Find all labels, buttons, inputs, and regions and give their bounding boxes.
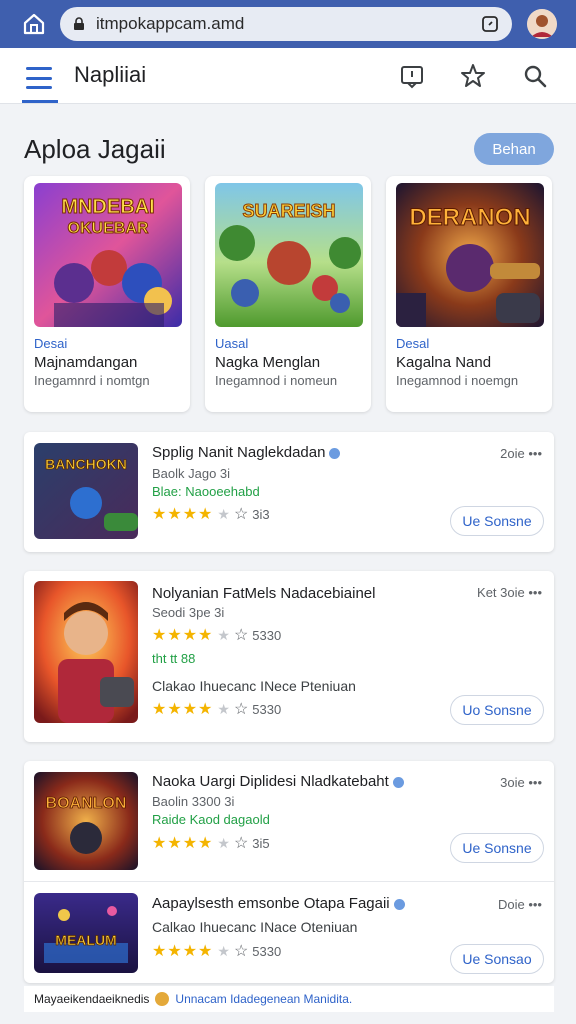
card-category: Uasal [215,336,249,351]
game-thumbnail: BOANLON [34,772,138,870]
rating-stars-icon: ★★★★ [152,506,214,523]
feedback-icon[interactable] [398,62,426,90]
half-star-icon: ★ [217,701,230,717]
half-star-icon: ★ [217,506,230,522]
install-button[interactable]: Ue Sonsao [450,944,544,974]
star-outline-icon: ☆ [233,627,249,644]
card-name: Kagalna Nand [396,354,492,371]
card-subtitle: Inegamnrd i nomtgn [34,373,150,388]
star-outline-icon: ☆ [233,506,249,523]
card-name: Nagka Menglan [215,354,321,371]
list-item[interactable]: Nolyanian FatMels Nadacebiainel Ket 3oie… [24,571,554,742]
coin-icon [155,992,170,1006]
item-title: Nolyanian FatMels Nadacebiainel [152,585,376,602]
verified-icon [392,776,404,788]
footer-link[interactable]: Unnacam Idadegenean Manidita. [175,992,352,1006]
card-category: Desal [396,336,430,351]
verified-icon [329,447,341,459]
install-button[interactable]: Uo Sonsne [450,695,544,725]
tabs-icon[interactable] [480,14,500,34]
lock-icon [74,17,84,30]
item-meta[interactable]: 2oie ••• [500,446,542,461]
address-bar[interactable]: itmpokappcam.amd [60,7,512,41]
search-icon[interactable] [521,62,549,90]
item-title: Aapaylsesth emsonbe Otapa Fagaii [152,895,405,912]
star-outline-icon: ☆ [233,835,249,852]
item-subtitle: Baolk Jago 3i [152,466,231,481]
star-outline-icon: ☆ [233,701,249,718]
rating-stars-icon: ★★★★ [152,835,214,852]
svg-text:SUAREISH: SUAREISH [242,201,335,221]
menu-icon[interactable] [22,62,56,94]
featured-card[interactable]: MNDEBAI OKUEBAR Desai Majnamdangan Inega… [24,176,190,412]
card-category: Desai [34,336,68,351]
half-star-icon: ★ [217,835,230,851]
divider [24,881,554,882]
url-text: itmpokappcam.amd [96,14,245,33]
menu-active-indicator [22,100,58,103]
home-button[interactable] [18,9,50,39]
game-thumbnail: BANCHOKN [34,443,138,539]
item-tag: Blae: Naooeehabd [152,484,260,499]
item-title: Spplig Nanit Naglekdadan [152,444,341,461]
home-icon [23,13,45,35]
featured-card[interactable]: SUAREISH Uasal Nagka Menglan Inegamnod i… [205,176,371,412]
star-outline-icon: ☆ [233,943,249,960]
svg-text:MNDEBAI: MNDEBAI [61,196,154,218]
half-star-icon: ★ [217,627,230,643]
app-title: Napliiai [74,62,147,87]
section-action-button[interactable]: Behan [474,133,554,165]
game-thumbnail: MEALUM [34,893,138,973]
game-thumbnail: SUAREISH [215,183,363,327]
item-tag: tht tt 88 [152,651,196,666]
svg-text:BOANLON: BOANLON [46,795,127,812]
app-bar: Napliiai [0,48,576,104]
list-group: BOANLON Naoka Uargi Diplidesi Nladkateba… [24,761,554,983]
item-rating: ★★★★ ★ ☆ 5330 [152,627,282,644]
game-thumbnail [34,581,138,723]
section-title: Aploa Jagaii [24,134,166,164]
install-button[interactable]: Ue Sonsne [450,506,544,536]
footer-note: Mayaeikendaeiknedis Unnacam Idadegenean … [24,986,554,1012]
svg-text:BANCHOKN: BANCHOKN [45,456,127,472]
item-description: Calkao Ihuecanc INace Oteniuan [152,919,358,935]
game-thumbnail: DERANON [396,183,544,327]
item-meta[interactable]: Ket 3oie ••• [477,585,542,600]
rating-stars-icon: ★★★★ [152,627,214,644]
card-subtitle: Inegamnod i nomeun [215,373,338,388]
browser-toolbar: itmpokappcam.amd [0,0,576,48]
item-subtitle: Baolin 3300 3i [152,794,235,809]
item-rating: ★★★★ ★ ☆ 3i3 [152,506,270,523]
game-thumbnail: MNDEBAI OKUEBAR [34,183,182,327]
rating-stars-icon: ★★★★ [152,943,214,960]
item-rating: ★★★★ ★ ☆ 5330 [152,943,282,960]
svg-text:DERANON: DERANON [409,204,530,231]
half-star-icon: ★ [217,943,230,959]
card-subtitle: Inegamnod i noemgn [396,373,519,388]
verified-icon [393,898,405,910]
featured-card[interactable]: DERANON Desal Kagalna Nand Inegamnod i n… [386,176,552,412]
item-rating: ★★★★ ★ ☆ 3i5 [152,835,270,852]
item-meta[interactable]: 3oie ••• [500,775,542,790]
avatar[interactable] [527,9,557,39]
item-meta[interactable]: Doie ••• [498,897,542,912]
svg-text:OKUEBAR: OKUEBAR [68,220,149,237]
item-tag: Raide Kaod dagaold [152,812,270,827]
rating-stars-icon: ★★★★ [152,701,214,718]
item-title: Naoka Uargi Diplidesi Nladkatebaht [152,773,404,790]
list-item[interactable]: BANCHOKN Spplig Nanit Naglekdadan 2oie •… [24,432,554,552]
item-subtitle: Seodi 3pe 3i [152,605,225,620]
footer-text: Mayaeikendaeiknedis [34,992,150,1006]
install-button[interactable]: Ue Sonsne [450,833,544,863]
item-description: Clakao Ihuecanc INece Pteniuan [152,678,356,694]
svg-text:MEALUM: MEALUM [55,932,116,948]
item-rating-secondary: ★★★★ ★ ☆ 5330 [152,701,282,718]
star-icon[interactable] [459,62,487,90]
card-name: Majnamdangan [34,354,138,371]
